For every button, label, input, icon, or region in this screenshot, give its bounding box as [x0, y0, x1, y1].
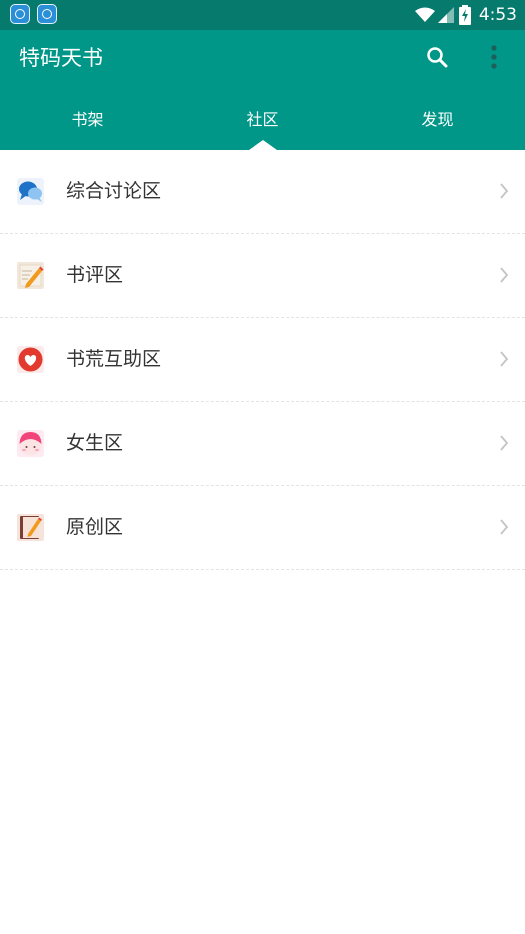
tab-bar: 书架 社区 发现: [0, 106, 525, 150]
tab-bookshelf[interactable]: 书架: [0, 106, 175, 150]
status-bar: 4:53: [0, 0, 525, 30]
chevron-right-icon: [500, 183, 509, 199]
app-notification-icon: [37, 4, 57, 24]
list-item-label: 女生区: [66, 432, 124, 454]
list-item-label: 原创区: [66, 516, 124, 538]
tab-label: 书架: [71, 110, 104, 129]
list-item-label: 书评区: [66, 264, 124, 286]
chevron-right-icon: [500, 351, 509, 367]
list-item-label: 综合讨论区: [66, 180, 162, 202]
search-button[interactable]: [424, 44, 452, 72]
chevron-right-icon: [500, 435, 509, 451]
chevron-right-icon: [500, 267, 509, 283]
list-item-female[interactable]: 女生区: [0, 402, 525, 486]
search-icon: [427, 47, 448, 68]
more-vert-icon: [491, 45, 497, 69]
tab-discover[interactable]: 发现: [350, 106, 525, 150]
battery-charging-icon: [458, 5, 471, 25]
list-item-book-help[interactable]: 书荒互助区: [0, 318, 525, 402]
tab-selected-indicator: [248, 140, 277, 150]
status-clock: 4:53: [478, 5, 517, 25]
heart-icon: [17, 346, 44, 373]
app-bar: 特码天书 书架 社区 发现: [0, 30, 525, 150]
girl-face-icon: [17, 430, 44, 457]
tab-community[interactable]: 社区: [175, 106, 350, 150]
tab-label: 社区: [246, 110, 279, 129]
chevron-right-icon: [500, 519, 509, 535]
app-title: 特码天书: [19, 46, 103, 70]
chat-bubbles-icon: [17, 178, 44, 205]
list-item-general-discussion[interactable]: 综合讨论区: [0, 150, 525, 234]
wifi-icon: [414, 7, 435, 22]
list-item-label: 书荒互助区: [66, 348, 162, 370]
pen-note-icon: [17, 262, 44, 289]
app-notification-icon: [10, 4, 30, 24]
list-item-original[interactable]: 原创区: [0, 486, 525, 570]
community-list: 综合讨论区 书评区 书荒互助区 女生区 原创区: [0, 150, 525, 570]
status-indicators: 4:53: [414, 0, 517, 30]
book-pen-icon: [17, 514, 44, 541]
list-item-book-reviews[interactable]: 书评区: [0, 234, 525, 318]
tab-label: 发现: [421, 110, 454, 129]
cell-signal-icon: [437, 7, 454, 23]
more-options-button[interactable]: [484, 44, 504, 72]
